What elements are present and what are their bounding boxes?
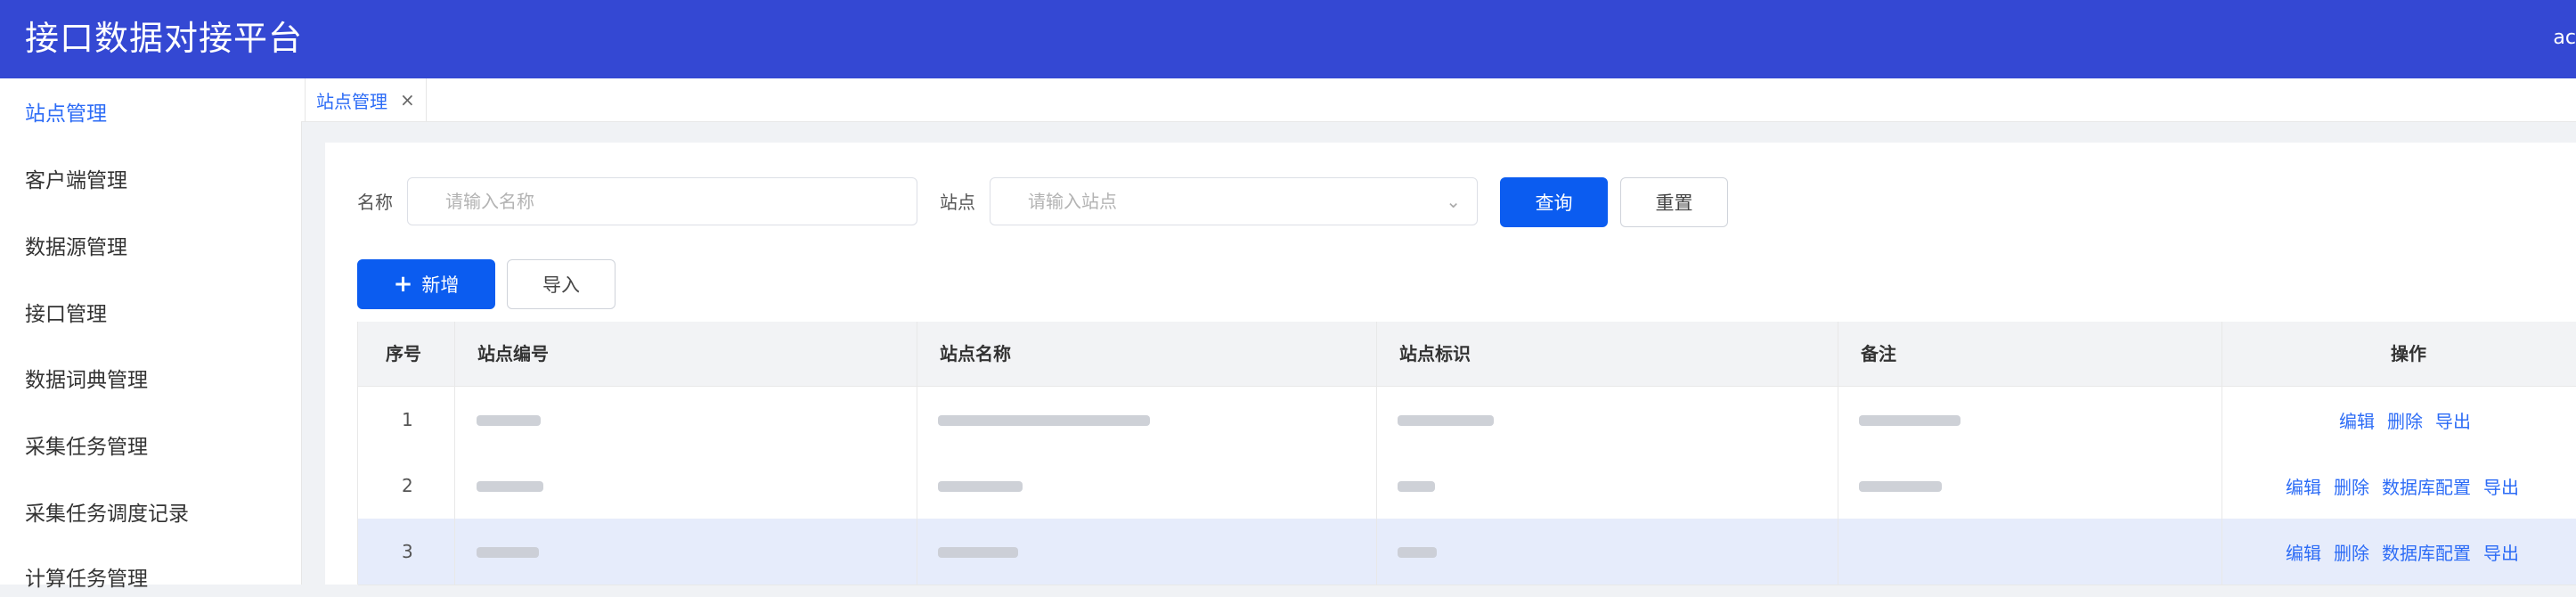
- tab-site-management[interactable]: 站点管理 ×: [305, 78, 427, 121]
- add-button-label: 新增: [421, 274, 460, 296]
- reset-button[interactable]: 重置: [1620, 177, 1728, 227]
- close-icon[interactable]: ×: [400, 89, 415, 110]
- blurred-cell: [1398, 481, 1435, 492]
- sidebar-item-client-management[interactable]: 客户端管理: [25, 163, 127, 199]
- blurred-cell: [1398, 547, 1437, 558]
- blurred-cell: [477, 547, 539, 558]
- name-input[interactable]: 请输入名称: [407, 177, 917, 225]
- delete-link[interactable]: 删除: [2334, 539, 2369, 565]
- blurred-cell: [477, 415, 541, 426]
- blurred-cell: [477, 481, 543, 492]
- blurred-cell: [938, 481, 1023, 492]
- tab-bar: 站点管理 ×: [301, 78, 2576, 122]
- site-select-placeholder: 请输入站点: [1028, 191, 1117, 212]
- sidebar-item-dictionary-management[interactable]: 数据词典管理: [25, 363, 148, 398]
- blurred-cell: [938, 415, 1150, 426]
- table-row: 1 编辑 删除 导出: [358, 387, 2576, 454]
- sidebar-item-collect-task-log[interactable]: 采集任务调度记录: [25, 496, 189, 532]
- column-header-remark: 备注: [1861, 343, 1896, 364]
- query-button[interactable]: 查询: [1500, 177, 1608, 227]
- site-table: 序号 站点编号 站点名称 站点标识 备注 操作 1 编辑 删除 导出 2 编辑 …: [357, 322, 2576, 585]
- table-header: 序号 站点编号 站点名称 站点标识 备注 操作: [358, 322, 2576, 387]
- delete-link[interactable]: 删除: [2387, 407, 2423, 433]
- site-label: 站点: [940, 192, 975, 213]
- table-row: 2 编辑 删除 数据库配置 导出: [358, 453, 2576, 519]
- sidebar-item-datasource-management[interactable]: 数据源管理: [25, 230, 127, 266]
- row-index: 2: [402, 475, 413, 496]
- row-index: 3: [402, 541, 413, 562]
- export-link[interactable]: 导出: [2483, 473, 2519, 499]
- column-divider: [1376, 322, 1377, 585]
- blurred-cell: [1859, 481, 1942, 492]
- tab-label: 站点管理: [316, 90, 387, 112]
- blurred-cell: [938, 547, 1018, 558]
- export-link[interactable]: 导出: [2483, 539, 2519, 565]
- blurred-cell: [1859, 415, 1961, 426]
- column-divider: [454, 322, 455, 585]
- edit-link[interactable]: 编辑: [2286, 473, 2321, 499]
- column-header-actions: 操作: [2391, 343, 2426, 364]
- app-title: 接口数据对接平台: [25, 19, 304, 58]
- user-name[interactable]: ac: [2553, 25, 2576, 52]
- column-header-index: 序号: [386, 343, 421, 364]
- app-header: 接口数据对接平台 ac: [0, 0, 2576, 78]
- sidebar-item-compute-task-management[interactable]: 计算任务管理: [25, 561, 148, 597]
- site-select[interactable]: 请输入站点 ⌄: [990, 177, 1478, 225]
- column-divider: [2221, 322, 2222, 585]
- column-header-site-identifier: 站点标识: [1399, 343, 1471, 364]
- plus-icon: +: [393, 271, 413, 298]
- column-header-site-code: 站点编号: [477, 343, 549, 364]
- row-actions: 编辑 删除 数据库配置 导出: [2286, 453, 2519, 519]
- edit-link[interactable]: 编辑: [2339, 407, 2375, 433]
- column-header-site-name: 站点名称: [940, 343, 1011, 364]
- sidebar-item-interface-management[interactable]: 接口管理: [25, 297, 107, 332]
- row-actions: 编辑 删除 导出: [2339, 387, 2471, 453]
- database-config-link[interactable]: 数据库配置: [2382, 473, 2471, 499]
- sidebar: 站点管理 客户端管理 数据源管理 接口管理 数据词典管理 采集任务管理 采集任务…: [0, 78, 302, 591]
- row-index: 1: [402, 409, 413, 430]
- name-label: 名称: [357, 192, 393, 213]
- row-actions: 编辑 删除 数据库配置 导出: [2286, 519, 2519, 585]
- database-config-link[interactable]: 数据库配置: [2382, 539, 2471, 565]
- delete-link[interactable]: 删除: [2334, 473, 2369, 499]
- sidebar-item-collect-task-management[interactable]: 采集任务管理: [25, 429, 148, 465]
- blurred-cell: [1398, 415, 1494, 426]
- sidebar-item-site-management[interactable]: 站点管理: [25, 96, 107, 132]
- add-button[interactable]: + 新增: [357, 259, 495, 309]
- chevron-down-icon: ⌄: [1446, 191, 1461, 212]
- edit-link[interactable]: 编辑: [2286, 539, 2321, 565]
- table-row: 3 编辑 删除 数据库配置 导出: [358, 519, 2576, 585]
- export-link[interactable]: 导出: [2435, 407, 2471, 433]
- import-button[interactable]: 导入: [507, 259, 615, 309]
